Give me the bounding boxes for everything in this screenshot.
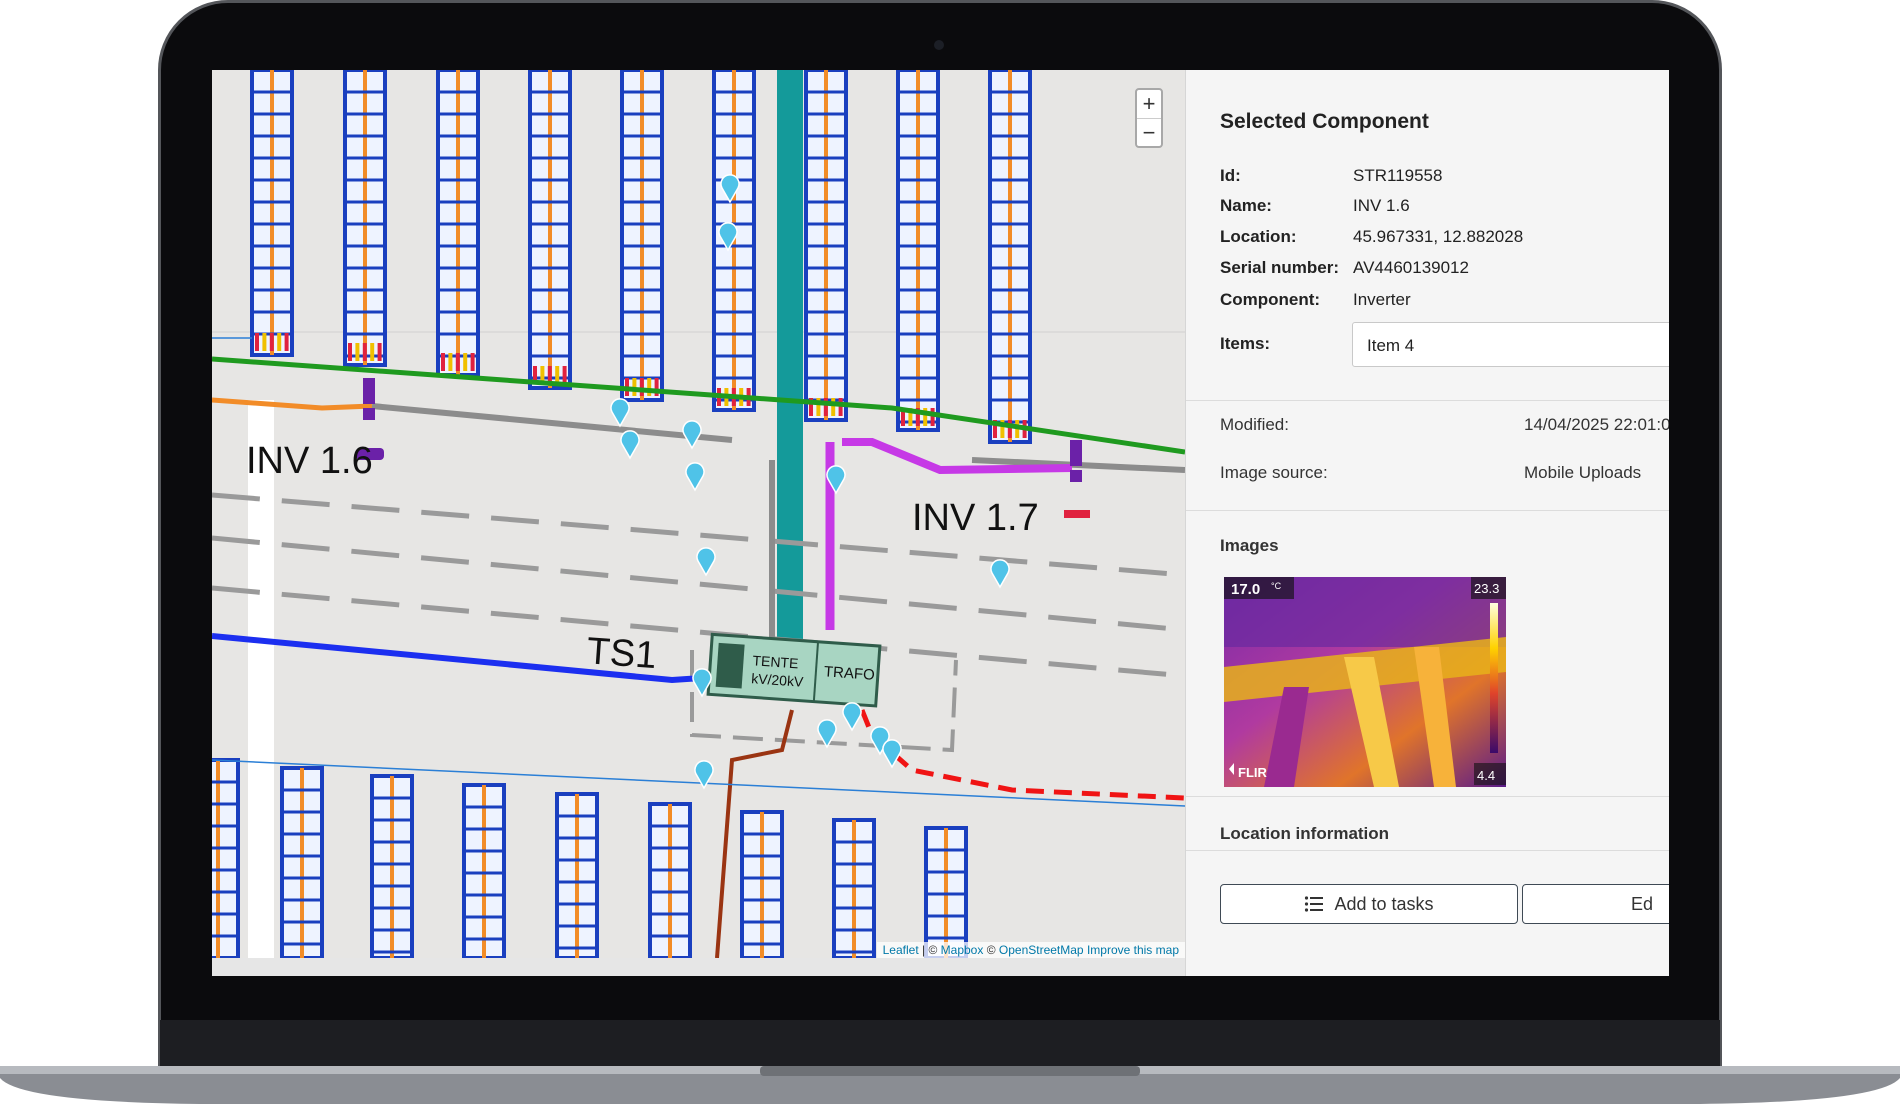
map-attribution: Leaflet | © Mapbox © OpenStreetMap Impro… — [876, 942, 1185, 958]
map-canvas[interactable]: INV 1.6 INV 1.7 TS1 TENTE kV/20kV TRAFO — [212, 70, 1185, 958]
pv-string[interactable] — [988, 70, 1032, 444]
app-screen: INV 1.6 INV 1.7 TS1 TENTE kV/20kV TRAFO … — [212, 70, 1669, 976]
pv-string[interactable] — [370, 774, 414, 958]
pv-string[interactable] — [555, 792, 599, 958]
pv-string[interactable] — [740, 810, 784, 958]
pv-string[interactable] — [528, 70, 572, 390]
zoom-out-button[interactable]: − — [1137, 119, 1161, 147]
pv-string[interactable] — [896, 70, 940, 432]
label-inv-1-6: INV 1.6 — [246, 440, 373, 482]
field-items-label: Items: — [1220, 334, 1271, 353]
modified-label: Modified: — [1220, 415, 1289, 434]
field-serial: Serial number: AV4460139012 — [1220, 258, 1469, 277]
field-name: Name: INV 1.6 — [1220, 196, 1410, 215]
pv-string[interactable] — [280, 766, 324, 958]
field-serial-value: AV4460139012 — [1353, 258, 1469, 277]
thermal-max: 23.3 — [1474, 581, 1499, 596]
thermal-unit: °C — [1271, 581, 1282, 591]
osm-link[interactable]: OpenStreetMap — [999, 943, 1084, 957]
pv-string[interactable] — [462, 783, 506, 958]
items-select[interactable]: Item 4 — [1352, 322, 1669, 367]
label-inv-1-7: INV 1.7 — [912, 497, 1039, 539]
substation-label-trafo: TRAFO — [823, 663, 875, 684]
pv-string[interactable] — [250, 70, 294, 357]
field-name-value: INV 1.6 — [1353, 196, 1410, 215]
pv-string[interactable] — [804, 70, 848, 422]
field-component: Component: Inverter — [1220, 290, 1411, 309]
pv-string[interactable] — [343, 70, 387, 367]
pv-string[interactable] — [620, 70, 664, 402]
panel-title: Selected Component — [1220, 110, 1429, 133]
pv-string[interactable] — [648, 802, 692, 958]
location-info-title: Location information — [1220, 824, 1390, 843]
improve-map-link[interactable]: Improve this map — [1087, 943, 1179, 957]
mapbox-link[interactable]: Mapbox — [941, 943, 984, 957]
access-road — [777, 70, 803, 650]
laptop-bezel — [160, 1020, 1720, 1068]
site-map[interactable]: INV 1.6 INV 1.7 TS1 TENTE kV/20kV TRAFO … — [212, 70, 1185, 958]
field-location-value: 45.967331, 12.882028 — [1353, 227, 1524, 246]
pv-string[interactable] — [212, 758, 240, 958]
zoom-control: + − — [1135, 88, 1163, 148]
image-source-label: Image source: — [1220, 463, 1328, 482]
pv-string[interactable] — [924, 826, 968, 958]
divider — [1186, 796, 1669, 797]
add-to-tasks-button[interactable]: Add to tasks — [1220, 884, 1518, 924]
divider — [1186, 850, 1669, 851]
zoom-in-button[interactable]: + — [1137, 90, 1161, 119]
field-id-value: STR119558 — [1353, 166, 1443, 185]
edit-button[interactable]: Ed — [1522, 884, 1669, 924]
flir-logo: FLIR — [1238, 765, 1267, 780]
thermal-min: 4.4 — [1477, 768, 1495, 783]
images-section-title: Images — [1220, 536, 1279, 555]
component-details-panel: Selected Component Id: STR119558 Name: INV… — [1185, 70, 1669, 976]
thermal-image-thumbnail[interactable]: 17.0 °C 23.3 4.4 FLIR — [1224, 577, 1506, 787]
substation-label-tente: TENTE — [752, 652, 799, 671]
modified-value: 14/04/2025 22:01:0 — [1524, 415, 1669, 434]
list-icon — [1305, 896, 1324, 912]
laptop-base — [0, 1066, 1900, 1104]
add-to-tasks-label: Add to tasks — [1334, 893, 1434, 914]
leaflet-link[interactable]: Leaflet — [883, 943, 919, 957]
webcam — [934, 40, 944, 50]
image-source-value: Mobile Uploads — [1524, 463, 1642, 482]
thermal-spot-temp: 17.0 — [1231, 581, 1260, 598]
pv-string[interactable] — [436, 70, 480, 377]
divider — [1186, 400, 1669, 401]
field-component-value: Inverter — [1353, 290, 1411, 309]
divider — [1186, 510, 1669, 511]
pv-string[interactable] — [832, 818, 876, 958]
field-location: Location: 45.967331, 12.882028 — [1220, 227, 1524, 246]
label-ts1: TS1 — [585, 630, 657, 677]
edit-button-label: Ed — [1630, 893, 1653, 914]
field-id: Id: STR119558 — [1220, 166, 1443, 185]
